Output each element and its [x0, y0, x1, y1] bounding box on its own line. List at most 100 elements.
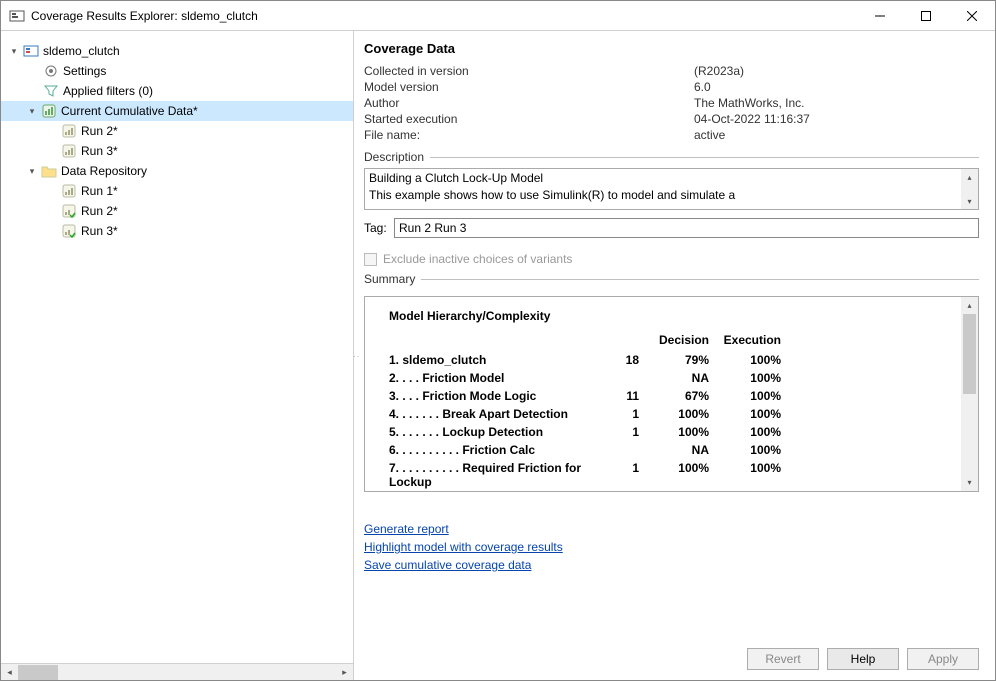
- app-icon: [9, 8, 25, 24]
- kv-started: Started execution 04-Oct-2022 11:16:37: [364, 112, 979, 126]
- exclude-variants-checkbox[interactable]: [364, 253, 377, 266]
- tree-data-repository[interactable]: ▾ Data Repository: [1, 161, 353, 181]
- summary-box: Model Hierarchy/Complexity Decision Exec…: [364, 296, 979, 492]
- section-title: Coverage Data: [364, 41, 979, 56]
- summary-row[interactable]: 2. . . . Friction ModelNA100%: [389, 371, 953, 385]
- row-complexity: 11: [599, 389, 639, 403]
- kv-label: File name:: [364, 128, 694, 142]
- row-execution: 100%: [709, 389, 781, 403]
- kv-value: The MathWorks, Inc.: [694, 96, 804, 110]
- tree-label: sldemo_clutch: [43, 44, 120, 58]
- summary-row[interactable]: 1. sldemo_clutch1879%100%: [389, 353, 953, 367]
- row-decision: NA: [639, 371, 709, 385]
- col-name: [389, 333, 599, 347]
- scroll-down-icon[interactable]: ▾: [961, 474, 978, 491]
- row-complexity: 1: [599, 461, 639, 489]
- description-label: Description: [364, 150, 424, 164]
- help-button[interactable]: Help: [827, 648, 899, 670]
- chevron-down-icon[interactable]: ▾: [25, 104, 39, 118]
- tree-label: Applied filters (0): [63, 84, 153, 98]
- run-icon: [61, 123, 77, 139]
- row-execution: 100%: [709, 461, 781, 489]
- summary-row[interactable]: 4. . . . . . . Break Apart Detection1 100…: [389, 407, 953, 421]
- row-execution: 100%: [709, 443, 781, 457]
- kv-label: Started execution: [364, 112, 694, 126]
- tree-dr-run1[interactable]: Run 1*: [1, 181, 353, 201]
- chevron-down-icon[interactable]: ▾: [25, 164, 39, 178]
- tree-panel: ▾ sldemo_clutch Settings Applied filters…: [1, 31, 354, 680]
- kv-model: Model version 6.0: [364, 80, 979, 94]
- tree-root[interactable]: ▾ sldemo_clutch: [1, 41, 353, 61]
- tree-label: Current Cumulative Data*: [61, 104, 198, 118]
- tree-label: Run 1*: [81, 184, 118, 198]
- tree-hscrollbar[interactable]: ◂ ▸: [1, 663, 353, 680]
- description-box[interactable]: Building a Clutch Lock-Up Model This exa…: [364, 168, 979, 210]
- scroll-up-icon[interactable]: ▴: [961, 297, 978, 314]
- minimize-button[interactable]: [857, 1, 903, 31]
- scroll-up-icon[interactable]: ▴: [961, 169, 978, 185]
- tree-label: Data Repository: [61, 164, 147, 178]
- scroll-down-icon[interactable]: ▾: [961, 193, 978, 209]
- highlight-model-link[interactable]: Highlight model with coverage results: [364, 540, 979, 554]
- tag-label: Tag:: [364, 221, 394, 235]
- run-icon: [61, 143, 77, 159]
- data-icon: [41, 103, 57, 119]
- scroll-right-icon[interactable]: ▸: [336, 664, 353, 681]
- maximize-button[interactable]: [903, 1, 949, 31]
- links-section: Generate report Highlight model with cov…: [364, 522, 979, 576]
- scroll-thumb[interactable]: [18, 665, 58, 680]
- close-button[interactable]: [949, 1, 995, 31]
- summary-scrollbar[interactable]: ▴ ▾: [961, 297, 978, 491]
- tree-dr-run2[interactable]: Run 2*: [1, 201, 353, 221]
- apply-button[interactable]: Apply: [907, 648, 979, 670]
- tree-filters[interactable]: Applied filters (0): [1, 81, 353, 101]
- scroll-thumb[interactable]: [963, 314, 976, 394]
- row-name: 4. . . . . . . Break Apart Detection: [389, 407, 599, 421]
- button-row: Revert Help Apply: [747, 648, 979, 670]
- kv-filename: File name: active: [364, 128, 979, 142]
- gear-icon: [43, 63, 59, 79]
- col-execution: Execution: [709, 333, 781, 347]
- generate-report-link[interactable]: Generate report: [364, 522, 979, 536]
- description-scrollbar[interactable]: ▴ ▾: [961, 169, 978, 209]
- kv-author: Author The MathWorks, Inc.: [364, 96, 979, 110]
- description-line: This example shows how to use Simulink(R…: [369, 188, 974, 203]
- tag-input[interactable]: [394, 218, 979, 238]
- row-name: 5. . . . . . . Lockup Detection: [389, 425, 599, 439]
- row-complexity: 1: [599, 407, 639, 421]
- kv-label: Model version: [364, 80, 694, 94]
- summary-columns: Decision Execution: [389, 333, 953, 347]
- run-icon: [61, 183, 77, 199]
- save-cumulative-link[interactable]: Save cumulative coverage data: [364, 558, 979, 572]
- scroll-left-icon[interactable]: ◂: [1, 664, 18, 681]
- tree-current-cumulative[interactable]: ▾ Current Cumulative Data*: [1, 101, 353, 121]
- tree-settings[interactable]: Settings: [1, 61, 353, 81]
- row-decision: 79%: [639, 353, 709, 367]
- summary-heading: Model Hierarchy/Complexity: [389, 309, 953, 323]
- summary-content[interactable]: Model Hierarchy/Complexity Decision Exec…: [365, 297, 961, 491]
- row-execution: 100%: [709, 407, 781, 421]
- tag-row: Tag:: [364, 218, 979, 238]
- row-decision: 67%: [639, 389, 709, 403]
- revert-button[interactable]: Revert: [747, 648, 819, 670]
- kv-label: Collected in version: [364, 64, 694, 78]
- tree-ccd-run3[interactable]: Run 3*: [1, 141, 353, 161]
- tree-dr-run3[interactable]: Run 3*: [1, 221, 353, 241]
- summary-row[interactable]: 6. . . . . . . . . . Friction CalcNA100%: [389, 443, 953, 457]
- scroll-track[interactable]: [961, 394, 978, 474]
- folder-icon: [41, 163, 57, 179]
- chevron-down-icon[interactable]: ▾: [7, 44, 21, 58]
- summary-row[interactable]: 5. . . . . . . Lockup Detection1100%100%: [389, 425, 953, 439]
- row-decision: NA: [639, 443, 709, 457]
- tree-label: Run 2*: [81, 124, 118, 138]
- window-controls: [857, 1, 995, 31]
- summary-row[interactable]: 7. . . . . . . . . . Required Friction f…: [389, 461, 953, 489]
- tree-scroll[interactable]: ▾ sldemo_clutch Settings Applied filters…: [1, 31, 353, 663]
- summary-row[interactable]: 3. . . . Friction Mode Logic1167%100%: [389, 389, 953, 403]
- description-label-row: Description: [364, 150, 979, 164]
- divider: [430, 157, 979, 158]
- splitter-handle[interactable]: ⋮: [354, 352, 360, 360]
- row-decision: 100%: [639, 461, 709, 489]
- kv-value: (R2023a): [694, 64, 744, 78]
- tree-ccd-run2[interactable]: Run 2*: [1, 121, 353, 141]
